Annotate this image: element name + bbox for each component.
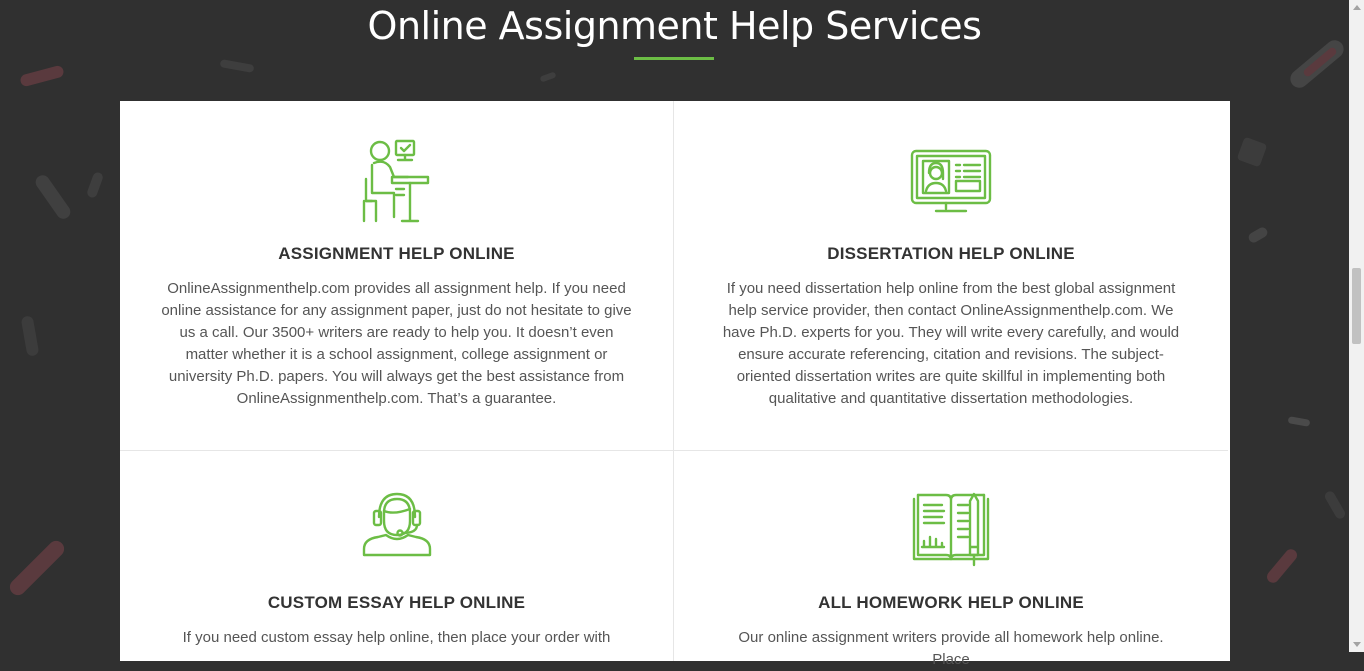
service-card-dissertation-help: DISSERTATION HELP ONLINE If you need dis… <box>674 101 1228 451</box>
service-card-custom-essay-help: CUSTOM ESSAY HELP ONLINE If you need cus… <box>120 451 674 661</box>
person-at-computer-icon <box>362 139 429 223</box>
scroll-thumb[interactable] <box>1352 268 1361 344</box>
card-title: ASSIGNMENT HELP ONLINE <box>278 244 515 263</box>
card-description: Our online assignment writers provide al… <box>738 629 1164 668</box>
card-description: If you need custom essay help online, th… <box>182 629 611 646</box>
section-title: Online Assignment Help Services <box>367 4 982 48</box>
title-underline <box>634 57 714 60</box>
card-title: CUSTOM ESSAY HELP ONLINE <box>267 593 526 612</box>
card-title: DISSERTATION HELP ONLINE <box>827 244 1075 263</box>
headset-support-agent-icon <box>362 492 431 557</box>
card-description: OnlineAssignmenthelp.com provides all as… <box>161 280 632 407</box>
page-scrollbar[interactable] <box>1349 0 1364 652</box>
scroll-down-arrow-icon[interactable] <box>1353 642 1361 647</box>
card-description: If you need dissertation help online fro… <box>722 280 1180 407</box>
services-grid: ASSIGNMENT HELP ONLINE OnlineAssignmenth… <box>120 101 1230 668</box>
service-card-homework-help: ALL HOMEWORK HELP ONLINE Our online assi… <box>674 451 1228 668</box>
online-profile-monitor-icon <box>910 149 992 213</box>
card-title: ALL HOMEWORK HELP ONLINE <box>818 593 1084 612</box>
service-card-assignment-help: ASSIGNMENT HELP ONLINE OnlineAssignmenth… <box>120 101 674 451</box>
scroll-up-arrow-icon[interactable] <box>1353 5 1361 10</box>
open-book-pencil-icon <box>912 492 990 567</box>
